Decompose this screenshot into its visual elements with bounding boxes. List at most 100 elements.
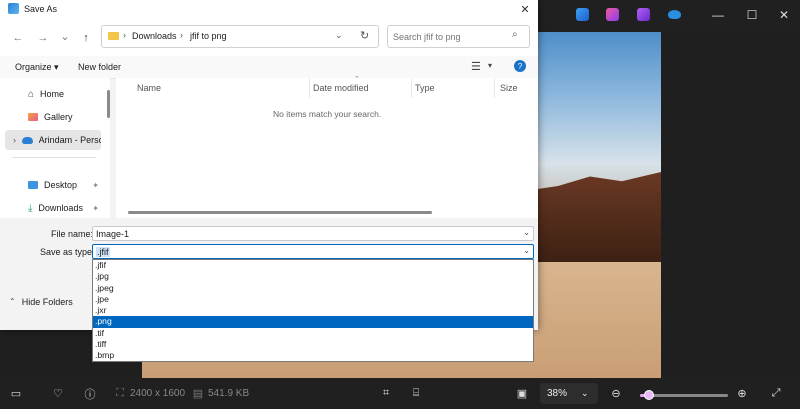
dimensions-info: ⛶ 2400 x 1600 xyxy=(114,378,185,409)
column-size[interactable]: Size xyxy=(500,83,518,93)
save-type-option[interactable]: .tiff xyxy=(93,339,533,350)
column-divider xyxy=(411,78,412,98)
clipchamp-app-icon[interactable] xyxy=(637,8,650,21)
empty-message: No items match your search. xyxy=(273,109,382,119)
info-button[interactable]: ⓘ xyxy=(84,378,96,409)
sort-indicator-icon: ⌃ xyxy=(354,76,360,83)
sidebar-divider xyxy=(12,157,96,158)
minimize-button[interactable]: — xyxy=(700,0,736,30)
breadcrumb-current-folder[interactable]: jfif to png xyxy=(190,31,227,41)
breadcrumb-sep: › xyxy=(123,30,126,40)
save-type-option[interactable]: .png xyxy=(93,316,533,328)
save-type-value: .jfif xyxy=(96,246,110,257)
search-box[interactable]: ⌕ xyxy=(387,25,530,48)
sidebar-item-home[interactable]: ⌂ Home xyxy=(5,84,101,104)
column-date-modified[interactable]: Date modified xyxy=(313,83,369,93)
save-type-option[interactable]: .jxr xyxy=(93,305,533,316)
save-type-option[interactable]: .jpeg xyxy=(93,283,533,294)
chevron-down-icon[interactable]: ⌄ xyxy=(523,246,530,255)
image-size-icon: ⛶ xyxy=(116,387,124,399)
filmstrip-icon: ▭ xyxy=(10,388,22,400)
info-icon: ⓘ xyxy=(84,388,96,401)
sidebar-item-onedrive[interactable]: › Arindam - Perso xyxy=(5,130,101,150)
navigation-pane: ⌂ Home Gallery › Arindam - Perso Desktop… xyxy=(0,78,110,218)
dialog-titlebar: Save As ✕ xyxy=(0,0,538,18)
sidebar-item-downloads[interactable]: ⤓ Downloads ✦ xyxy=(5,198,101,218)
zoom-in-icon: ⊕ xyxy=(737,388,747,400)
editor-app-icon[interactable] xyxy=(576,8,589,21)
sidebar-item-label: Arindam - Perso xyxy=(38,135,101,145)
favorite-button[interactable]: ♡ xyxy=(52,378,64,409)
zoom-dropdown[interactable]: 38% ⌄ xyxy=(540,383,598,404)
home-icon: ⌂ xyxy=(28,88,35,100)
chevron-down-icon[interactable]: ⌄ xyxy=(523,228,530,237)
scan-text-icon: ⌸ xyxy=(412,387,420,399)
column-divider xyxy=(494,78,495,98)
dimensions-text: 2400 x 1600 xyxy=(130,388,186,399)
filmstrip-button[interactable]: ▭ xyxy=(10,378,22,409)
refresh-icon[interactable]: ↻ xyxy=(360,29,369,42)
save-type-option[interactable]: .jfif xyxy=(93,260,533,271)
sidebar-item-label: Downloads xyxy=(38,203,83,213)
column-type[interactable]: Type xyxy=(415,83,435,93)
view-options-icon[interactable]: ☰ xyxy=(471,60,481,73)
fit-screen-icon: ▣ xyxy=(516,388,528,400)
maximize-button[interactable]: ☐ xyxy=(734,0,770,30)
column-name[interactable]: Name xyxy=(137,83,161,93)
gallery-icon xyxy=(28,113,38,121)
organize-button[interactable]: Organize ▾ xyxy=(15,62,59,73)
file-name-value: Image-1 xyxy=(96,228,130,239)
save-type-label: Save as type: xyxy=(40,247,95,257)
save-type-options-list[interactable]: .jfif .jpg .jpeg .jpe .jxr .png .tif .tiff .bmp xyxy=(92,259,534,362)
fullscreen-icon: ⤢ xyxy=(771,387,781,399)
fit-screen-button[interactable]: ▣ xyxy=(516,378,528,409)
address-bar[interactable]: › Downloads › jfif to png ⌄ ↻ xyxy=(101,25,379,48)
sidebar-item-label: Gallery xyxy=(44,112,73,122)
hide-folders-button[interactable]: ⌃ Hide Folders xyxy=(0,289,100,314)
back-button[interactable]: ← xyxy=(11,31,25,45)
zoom-value: 38% xyxy=(547,388,568,399)
column-divider xyxy=(309,78,310,98)
horizontal-scrollbar[interactable] xyxy=(128,211,432,214)
up-button[interactable]: ↑ xyxy=(79,31,93,45)
chevron-up-icon: ⌃ xyxy=(9,297,16,306)
help-icon[interactable]: ? xyxy=(514,60,526,72)
close-dialog-button[interactable]: ✕ xyxy=(512,0,538,18)
save-type-option[interactable]: .jpg xyxy=(93,271,533,282)
save-type-option[interactable]: .jpe xyxy=(93,294,533,305)
sidebar-item-gallery[interactable]: Gallery xyxy=(5,107,101,127)
text-scan-button[interactable]: ⌸ xyxy=(410,378,422,409)
pin-icon: ✦ xyxy=(92,180,99,190)
pin-icon: ✦ xyxy=(92,203,99,213)
save-type-option[interactable]: .bmp xyxy=(93,350,533,361)
file-name-input[interactable]: Image-1 ⌄ xyxy=(92,226,534,241)
zoom-slider-thumb[interactable] xyxy=(643,390,654,400)
save-type-option[interactable]: .tif xyxy=(93,328,533,339)
onedrive-icon xyxy=(22,136,33,144)
photos-app-icon xyxy=(8,3,19,14)
view-dropdown-icon[interactable]: ▾ xyxy=(488,61,492,70)
file-list[interactable]: Name Date modified ⌃ Type Size No items … xyxy=(116,76,538,218)
forward-button[interactable]: → xyxy=(36,31,50,45)
sidebar-scrollbar[interactable] xyxy=(107,90,110,118)
breadcrumb-downloads[interactable]: Downloads xyxy=(132,31,177,41)
fullscreen-button[interactable]: ⤢ xyxy=(770,378,782,409)
download-icon: ⤓ xyxy=(28,202,33,214)
breadcrumb-sep: › xyxy=(180,30,183,40)
visual-search-button[interactable]: ⌗ xyxy=(380,378,392,409)
sidebar-item-label: Desktop xyxy=(44,180,78,190)
zoom-slider[interactable] xyxy=(640,390,728,400)
onedrive-cloud-icon[interactable] xyxy=(668,10,681,19)
sidebar-item-desktop[interactable]: Desktop ✦ xyxy=(5,175,101,195)
zoom-out-button[interactable]: ⊖ xyxy=(610,378,622,409)
address-dropdown-icon[interactable]: ⌄ xyxy=(335,30,343,41)
recent-locations-button[interactable]: ⌄ xyxy=(58,29,72,43)
save-type-select[interactable]: .jfif ⌄ xyxy=(92,244,534,259)
search-input[interactable] xyxy=(391,28,510,45)
zoom-in-button[interactable]: ⊕ xyxy=(736,378,748,409)
designer-app-icon[interactable] xyxy=(606,8,619,21)
close-window-button[interactable]: ✕ xyxy=(766,0,800,30)
zoom-out-icon: ⊖ xyxy=(611,388,621,400)
file-name-label: File name: xyxy=(51,229,94,239)
new-folder-button[interactable]: New folder xyxy=(78,62,121,72)
